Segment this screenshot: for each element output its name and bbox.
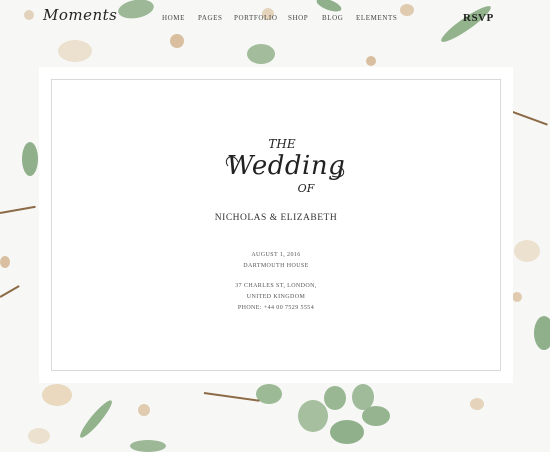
phone-number: PHONE: +44 00 7529 5554 [237, 305, 315, 311]
event-date: AUGUST 1, 2016 [251, 252, 301, 258]
flower-decoration [512, 292, 522, 302]
stem-decoration [0, 205, 36, 214]
flower-decoration [28, 428, 50, 444]
flower-decoration [42, 384, 72, 406]
leaf-decoration [298, 400, 328, 432]
couple-names: NICHOLAS & ELIZABETH [214, 213, 338, 223]
emblem-wedding: Wedding [227, 151, 345, 181]
top-navigation-bar: Moments HOME PAGES PORTFOLIO SHOP BLOG E… [0, 0, 550, 38]
leaf-decoration [256, 384, 282, 404]
emblem-of: OF [298, 182, 315, 195]
leaf-decoration [76, 397, 116, 441]
leaf-decoration [534, 316, 550, 350]
flower-decoration [138, 404, 150, 416]
nav-item-home[interactable]: HOME [162, 14, 198, 22]
leaf-decoration [330, 420, 364, 444]
leaf-decoration [362, 406, 390, 426]
flower-decoration [514, 240, 540, 262]
nav-item-portfolio[interactable]: PORTFOLIO [234, 14, 288, 22]
leaf-decoration [22, 142, 38, 176]
leaf-decoration [130, 440, 166, 452]
flower-decoration [366, 56, 376, 66]
rsvp-button[interactable]: RSVP [463, 12, 494, 24]
leaf-decoration [352, 384, 374, 410]
flower-decoration [0, 256, 10, 268]
address-line-1: 37 CHARLES ST, LONDON, [235, 283, 317, 289]
event-venue: DARTMOUTH HOUSE [243, 263, 309, 269]
stem-decoration [509, 110, 548, 126]
main-nav: HOME PAGES PORTFOLIO SHOP BLOG ELEMENTS [162, 14, 400, 22]
nav-item-shop[interactable]: SHOP [288, 14, 322, 22]
nav-item-blog[interactable]: BLOG [322, 14, 356, 22]
leaf-decoration [247, 44, 275, 64]
stem-decoration [203, 392, 260, 402]
address-line-2: UNITED KINGDOM [246, 294, 306, 300]
nav-item-pages[interactable]: PAGES [198, 14, 234, 22]
nav-item-elements[interactable]: ELEMENTS [356, 14, 400, 22]
flower-decoration [470, 398, 484, 410]
site-logo[interactable]: Moments [43, 6, 117, 24]
flower-decoration [58, 40, 92, 62]
stem-decoration [0, 285, 20, 298]
emblem-the: THE [268, 137, 295, 151]
invitation-card: THE Wedding OF NICHOLAS & ELIZABETH AUGU… [39, 67, 513, 383]
leaf-decoration [324, 386, 346, 410]
wedding-emblem: THE Wedding OF [225, 137, 345, 195]
card-border: THE Wedding OF NICHOLAS & ELIZABETH AUGU… [51, 79, 501, 371]
